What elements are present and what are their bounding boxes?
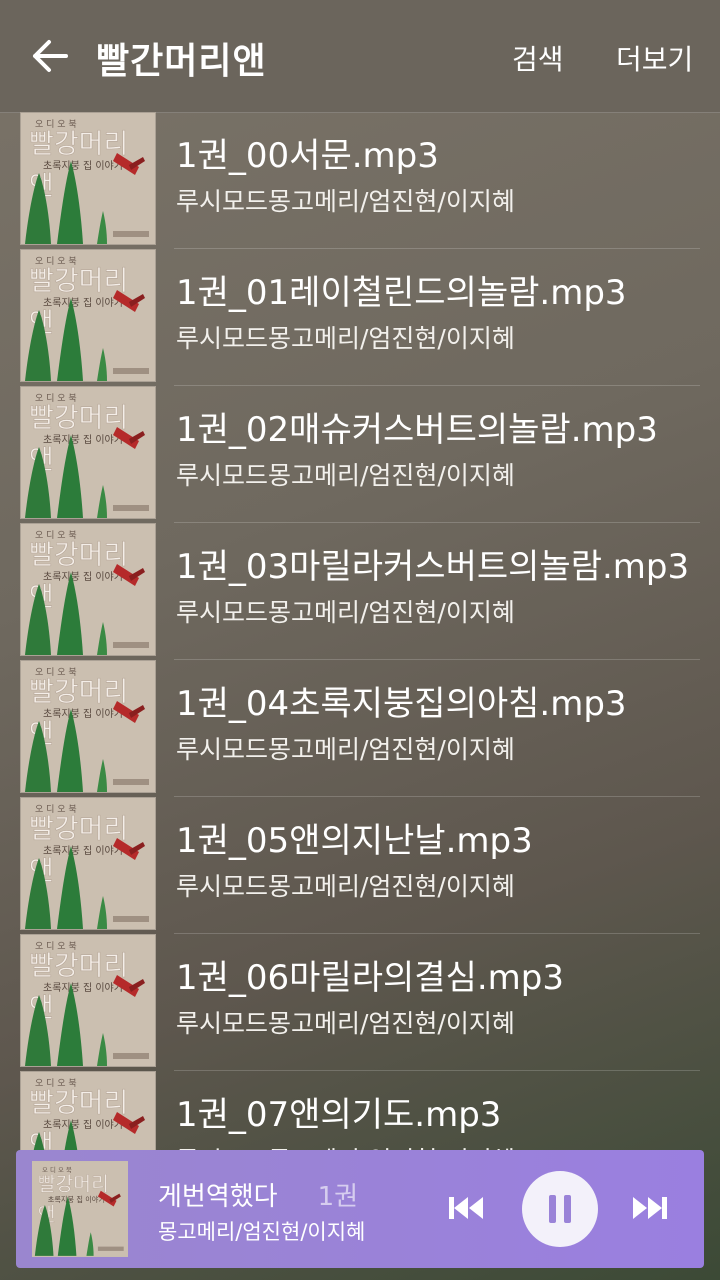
svg-text:빨강머리: 빨강머리 xyxy=(29,677,128,708)
svg-text:빨강머리: 빨강머리 xyxy=(29,951,128,982)
svg-text:빨강머리: 빨강머리 xyxy=(29,540,128,571)
album-cover-art: 오 디 오 북 빨강머리 초록지붕 집 이야기 앤 xyxy=(21,387,155,518)
skip-next-icon xyxy=(633,1197,667,1219)
track-text: 1권_01레이철린드의놀람.mp3 루시모드몽고메리/엄진현/이지혜 xyxy=(176,271,700,355)
track-cover: 오 디 오 북 빨강머리 초록지붕 집 이야기 앤 xyxy=(20,386,156,519)
album-cover-art: 오 디 오 북 빨강머리 초록지붕 집 이야기 앤 xyxy=(21,1072,155,1152)
more-button[interactable]: 더보기 xyxy=(616,38,693,78)
track-text: 1권_04초록지붕집의아침.mp3 루시모드몽고메리/엄진현/이지혜 xyxy=(176,682,700,766)
track-title: 1권_03마릴라커스버트의놀람.mp3 xyxy=(176,547,690,587)
page-title: 빨간머리앤 xyxy=(96,41,267,82)
track-title: 1권_07앤의기도.mp3 xyxy=(176,1095,502,1135)
track-title: 1권_02매슈커스버트의놀람.mp3 xyxy=(176,410,658,450)
track-artist: 루시모드몽고메리/엄진현/이지혜 xyxy=(176,324,515,353)
track-artist: 루시모드몽고메리/엄진현/이지혜 xyxy=(176,735,515,764)
track-row[interactable]: 오 디 오 북 빨강머리 초록지붕 집 이야기 앤 1권_00서문.mp3 루시모… xyxy=(0,112,720,249)
album-cover-art: 오 디 오 북 빨강머리 초록지붕 집 이야기 앤 xyxy=(32,1162,128,1256)
pause-icon xyxy=(549,1195,571,1223)
track-row[interactable]: 오 디 오 북 빨강머리 초록지붕 집 이야기 앤 1권_06마릴라의결심.mp… xyxy=(0,934,720,1071)
album-cover-art: 오 디 오 북 빨강머리 초록지붕 집 이야기 앤 xyxy=(21,661,155,792)
track-title: 1권_01레이철린드의놀람.mp3 xyxy=(176,273,627,313)
svg-text:초록지붕 집 이야기: 초록지붕 집 이야기 xyxy=(43,1119,123,1131)
svg-text:빨강머리: 빨강머리 xyxy=(29,1088,128,1119)
mini-player[interactable]: 오 디 오 북 빨강머리 초록지붕 집 이야기 앤 게번역했다1권 몽고메리/엄… xyxy=(16,1150,704,1268)
svg-text:초록지붕 집 이야기: 초록지붕 집 이야기 xyxy=(43,982,123,994)
track-title: 1권_00서문.mp3 xyxy=(176,136,439,176)
album-cover-art: 오 디 오 북 빨강머리 초록지붕 집 이야기 앤 xyxy=(21,798,155,929)
now-playing-cover[interactable]: 오 디 오 북 빨강머리 초록지붕 집 이야기 앤 xyxy=(32,1161,128,1257)
track-text: 1권_02매슈커스버트의놀람.mp3 루시모드몽고메리/엄진현/이지혜 xyxy=(176,408,700,492)
now-playing-artist: 몽고메리/엄진현/이지혜 xyxy=(158,1220,366,1244)
svg-text:빨강머리: 빨강머리 xyxy=(29,129,128,160)
previous-track-button[interactable] xyxy=(446,1190,486,1226)
svg-text:초록지붕 집 이야기: 초록지붕 집 이야기 xyxy=(48,1195,105,1204)
album-cover-art: 오 디 오 북 빨강머리 초록지붕 집 이야기 앤 xyxy=(21,250,155,381)
track-text: 1권_05앤의지난날.mp3 루시모드몽고메리/엄진현/이지혜 xyxy=(176,819,700,903)
track-title: 1권_06마릴라의결심.mp3 xyxy=(176,958,564,998)
track-artist: 루시모드몽고메리/엄진현/이지혜 xyxy=(176,187,515,216)
now-playing-title: 게번역했다 1권 xyxy=(158,1182,359,1212)
svg-text:초록지붕 집 이야기: 초록지붕 집 이야기 xyxy=(43,297,123,309)
track-cover: 오 디 오 북 빨강머리 초록지붕 집 이야기 앤 xyxy=(20,797,156,930)
svg-text:빨강머리: 빨강머리 xyxy=(29,266,128,297)
svg-text:초록지붕 집 이야기: 초록지붕 집 이야기 xyxy=(43,434,123,446)
track-artist: 루시모드몽고메리/엄진현/이지혜 xyxy=(176,1009,515,1038)
track-title: 1권_05앤의지난날.mp3 xyxy=(176,821,533,861)
track-cover: 오 디 오 북 빨강머리 초록지붕 집 이야기 앤 xyxy=(20,660,156,793)
search-button[interactable]: 검색 xyxy=(512,38,564,78)
album-cover-art: 오 디 오 북 빨강머리 초록지붕 집 이야기 앤 xyxy=(21,113,155,244)
album-cover-art: 오 디 오 북 빨강머리 초록지붕 집 이야기 앤 xyxy=(21,935,155,1066)
track-row[interactable]: 오 디 오 북 빨강머리 초록지붕 집 이야기 앤 1권_03마릴라커스버트의놀… xyxy=(0,523,720,660)
track-row[interactable]: 오 디 오 북 빨강머리 초록지붕 집 이야기 앤 1권_05앤의지난날.mp3… xyxy=(0,797,720,934)
track-text: 1권_00서문.mp3 루시모드몽고메리/엄진현/이지혜 xyxy=(176,134,700,218)
svg-text:초록지붕 집 이야기: 초록지붕 집 이야기 xyxy=(43,160,123,172)
track-title: 1권_04초록지붕집의아침.mp3 xyxy=(176,684,627,724)
skip-previous-icon xyxy=(449,1197,483,1219)
track-text: 1권_03마릴라커스버트의놀람.mp3 루시모드몽고메리/엄진현/이지혜 xyxy=(176,545,700,629)
track-artist: 루시모드몽고메리/엄진현/이지혜 xyxy=(176,598,515,627)
svg-text:빨강머리: 빨강머리 xyxy=(38,1173,109,1196)
svg-text:초록지붕 집 이야기: 초록지붕 집 이야기 xyxy=(43,571,123,583)
track-row[interactable]: 오 디 오 북 빨강머리 초록지붕 집 이야기 앤 1권_02매슈커스버트의놀람… xyxy=(0,386,720,523)
svg-text:초록지붕 집 이야기: 초록지붕 집 이야기 xyxy=(43,845,123,857)
track-cover: 오 디 오 북 빨강머리 초록지붕 집 이야기 앤 xyxy=(20,934,156,1067)
next-track-button[interactable] xyxy=(630,1190,670,1226)
track-cover: 오 디 오 북 빨강머리 초록지붕 집 이야기 앤 xyxy=(20,112,156,245)
top-app-bar: 빨간머리앤 검색 더보기 xyxy=(0,0,720,113)
track-artist: 루시모드몽고메리/엄진현/이지혜 xyxy=(176,461,515,490)
track-text: 1권_06마릴라의결심.mp3 루시모드몽고메리/엄진현/이지혜 xyxy=(176,956,700,1040)
track-cover: 오 디 오 북 빨강머리 초록지붕 집 이야기 앤 xyxy=(20,523,156,656)
back-button[interactable] xyxy=(26,30,74,82)
track-text: 1권_07앤의기도.mp3루시모드몽고메리/엄진현/이지혜 xyxy=(176,1093,700,1152)
track-artist: 루시모드몽고메리/엄진현/이지혜 xyxy=(176,872,515,901)
track-cover: 오 디 오 북 빨강머리 초록지붕 집 이야기 앤 xyxy=(20,1071,156,1152)
pause-button[interactable] xyxy=(522,1171,598,1247)
svg-text:빨강머리: 빨강머리 xyxy=(29,403,128,434)
track-list[interactable]: 오 디 오 북 빨강머리 초록지붕 집 이야기 앤 1권_00서문.mp3 루시모… xyxy=(0,112,720,1152)
track-row[interactable]: 오 디 오 북 빨강머리 초록지붕 집 이야기 앤 1권_01레이철린드의놀람.… xyxy=(0,249,720,386)
album-cover-art: 오 디 오 북 빨강머리 초록지붕 집 이야기 앤 xyxy=(21,524,155,655)
track-cover: 오 디 오 북 빨강머리 초록지붕 집 이야기 앤 xyxy=(20,249,156,382)
arrow-left-icon xyxy=(33,40,68,72)
svg-text:빨강머리: 빨강머리 xyxy=(29,814,128,845)
svg-text:초록지붕 집 이야기: 초록지붕 집 이야기 xyxy=(43,708,123,720)
track-row[interactable]: 오 디 오 북 빨강머리 초록지붕 집 이야기 앤 1권_04초록지붕집의아침.… xyxy=(0,660,720,797)
track-row[interactable]: 오 디 오 북 빨강머리 초록지붕 집 이야기 앤 1권_07앤의기도.mp3루… xyxy=(0,1071,720,1152)
